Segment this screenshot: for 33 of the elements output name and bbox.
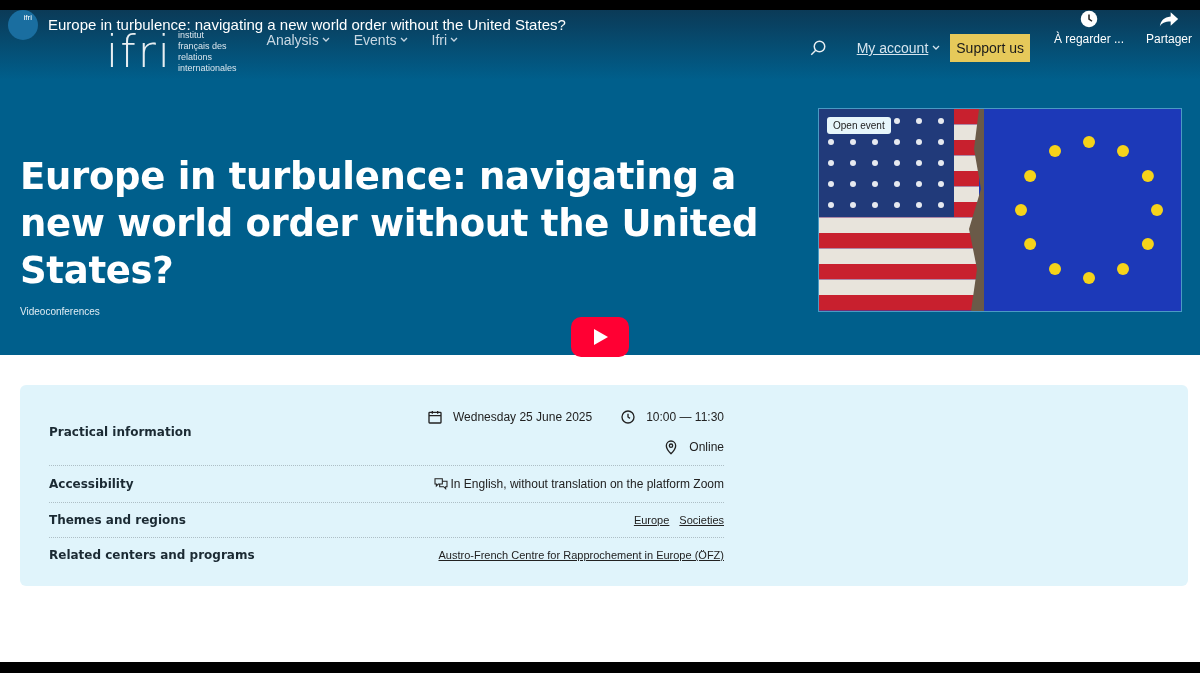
chevron-icon bbox=[399, 37, 408, 43]
chevron-icon bbox=[932, 45, 941, 51]
row-label: Themes and regions bbox=[49, 513, 186, 527]
event-time: 10:00 — 11:30 bbox=[646, 410, 724, 424]
play-button[interactable] bbox=[571, 317, 629, 357]
nav-item[interactable]: Events bbox=[353, 32, 408, 48]
nav-item[interactable]: Analysis bbox=[266, 32, 330, 48]
account-link[interactable]: My account bbox=[856, 40, 941, 56]
support-button[interactable]: Support us bbox=[950, 34, 1030, 62]
calendar-icon bbox=[426, 409, 443, 425]
accessibility-text: In English, without translation on the platform Zoom bbox=[450, 477, 724, 491]
category-label: Videoconferences bbox=[20, 306, 101, 317]
row-label: Related centers and programs bbox=[49, 548, 255, 562]
chevron-icon bbox=[450, 37, 459, 43]
tag-link[interactable]: Europe bbox=[633, 514, 670, 526]
logo[interactable]: ifri bbox=[106, 30, 173, 74]
event-title: Europe in turbulence: navigating a new world order without the United States? bbox=[20, 154, 760, 294]
chevron-icon bbox=[321, 37, 330, 43]
speech-bubbles-icon bbox=[432, 476, 449, 492]
watch-later-button[interactable]: À regarder ... bbox=[1053, 10, 1124, 46]
share-button[interactable]: Partager bbox=[1145, 10, 1192, 46]
tag-link[interactable]: Societies bbox=[679, 514, 724, 526]
share-arrow-icon bbox=[1159, 10, 1179, 28]
row-label: Accessibility bbox=[49, 477, 134, 491]
nav-item[interactable]: Ifri bbox=[431, 32, 459, 48]
tag-link[interactable]: Austro-French Centre for Rapprochement in Europe (ÖFZ) bbox=[438, 549, 724, 561]
row-label: Practical information bbox=[49, 425, 192, 439]
event-date: Wednesday 25 June 2025 bbox=[452, 410, 593, 424]
clock-icon bbox=[1079, 10, 1098, 28]
clock-icon bbox=[620, 409, 637, 425]
event-location: Online bbox=[689, 440, 724, 454]
event-badge: Open event bbox=[827, 117, 891, 134]
search-icon[interactable] bbox=[808, 39, 827, 57]
